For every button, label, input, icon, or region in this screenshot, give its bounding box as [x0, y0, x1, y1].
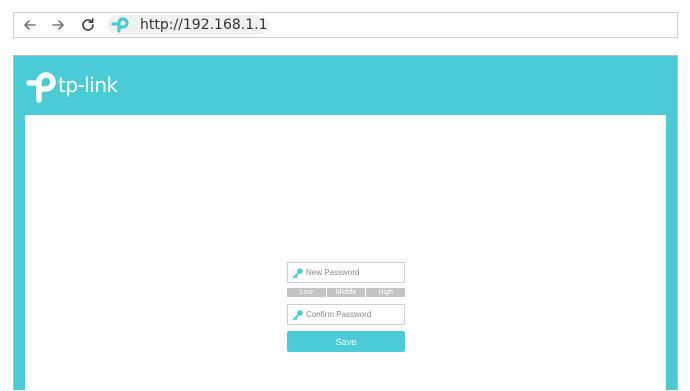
brand-name: tp-link [58, 73, 118, 97]
strength-low: Low [287, 288, 327, 297]
url-text[interactable]: http://192.168.1.1 [140, 17, 268, 33]
strength-middle: Middle [326, 288, 367, 297]
tp-link-logo-icon [26, 72, 56, 103]
back-arrow-icon[interactable] [22, 17, 38, 33]
confirm-password-input[interactable] [306, 307, 402, 322]
browser-address-bar: http://192.168.1.1 [13, 12, 678, 38]
strength-high: High [366, 288, 406, 297]
key-icon [292, 268, 303, 279]
content-panel: Low Middle High Save [25, 115, 666, 391]
new-password-field[interactable] [287, 262, 405, 283]
tp-link-site-icon [111, 17, 129, 33]
reload-icon[interactable] [80, 17, 96, 33]
password-strength-meter: Low Middle High [287, 288, 406, 297]
confirm-password-field[interactable] [287, 304, 405, 325]
save-button[interactable]: Save [287, 331, 405, 352]
new-password-input[interactable] [306, 265, 402, 280]
forward-arrow-icon[interactable] [50, 17, 66, 33]
key-icon [292, 310, 303, 321]
router-page: tp-link Low Middle High Save [13, 55, 678, 391]
